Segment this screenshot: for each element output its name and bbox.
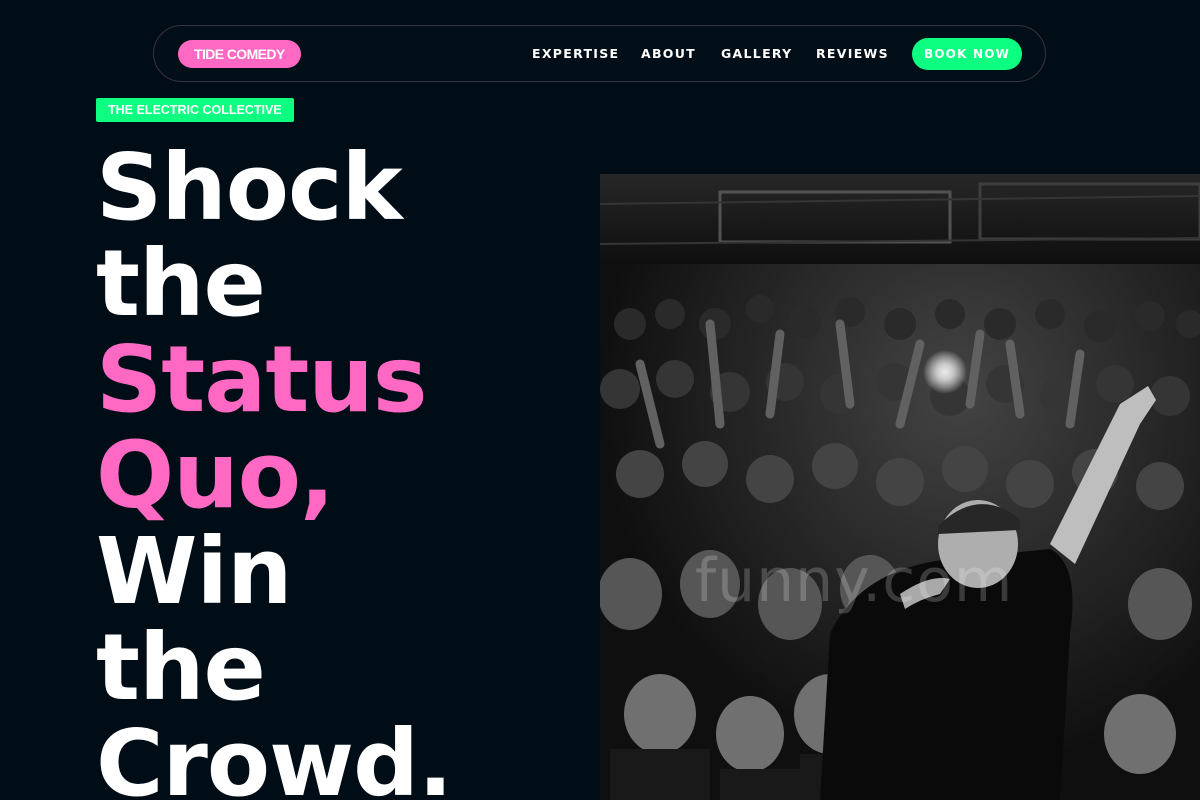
nav-link-about[interactable]: ABOUT: [641, 45, 696, 63]
hero-tag: THE ELECTRIC COLLECTIVE: [96, 98, 294, 122]
headline-line: Crowd.: [96, 710, 453, 800]
headline-line-accent: Quo,: [96, 422, 335, 529]
concert-crowd-photo: [600, 174, 1200, 800]
image-watermark: funny.com: [695, 546, 1014, 616]
headline-line: Shock: [96, 134, 403, 241]
logo[interactable]: TIDE COMEDY: [178, 40, 301, 68]
headline-line: the: [96, 614, 266, 721]
nav-link-gallery[interactable]: GALLERY: [721, 45, 793, 63]
top-nav: TIDE COMEDY EXPERTISE ABOUT GALLERY REVI…: [153, 25, 1046, 82]
hero-headline: Shock the Status Quo, Win the Crowd.: [96, 140, 576, 800]
hero-image: funny.com: [600, 174, 1200, 800]
book-now-button[interactable]: BOOK NOW: [912, 38, 1022, 70]
headline-line-accent: Status: [96, 326, 428, 433]
headline-line: Win: [96, 518, 293, 625]
headline-line: the: [96, 230, 266, 337]
nav-link-expertise[interactable]: EXPERTISE: [532, 45, 619, 63]
nav-link-reviews[interactable]: REVIEWS: [816, 45, 889, 63]
